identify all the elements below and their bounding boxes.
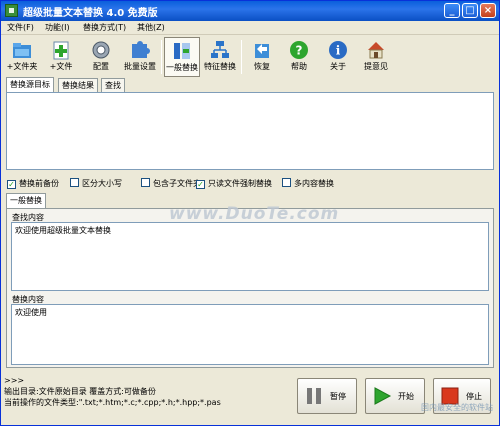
add-file-label: +文件 [49,62,73,71]
home-icon [366,40,386,60]
svg-text:?: ? [296,44,303,58]
menu-other[interactable]: 其他(Z) [137,22,165,33]
puzzle-icon [130,40,150,60]
toolbar-separator [161,40,162,74]
tab-find[interactable]: 查找 [101,78,125,92]
play-icon [372,386,392,406]
add-folder-button[interactable]: +文件夹 [4,37,40,77]
multi-label: 多内容替换 [294,179,334,188]
minimize-button[interactable]: _ [444,3,460,18]
maximize-button[interactable]: □ [462,3,478,18]
info-icon: i [328,40,348,60]
app-window: 超级批量文本替换 4.0 免费版 _ □ × 文件(F) 功能(I) 替换方式(… [0,0,500,426]
multi-option[interactable]: 多内容替换 [282,178,334,189]
subfolders-checkbox[interactable] [141,178,150,187]
stop-label: 停止 [466,392,482,401]
readonly-option[interactable]: ✓ 只读文件强制替换 [196,178,272,189]
about-button[interactable]: i 关于 [320,37,356,77]
watermark: www.DuoTe.com [169,204,340,224]
feature-replace-button[interactable]: 特征替换 [202,37,238,77]
pause-button[interactable]: 暂停 [297,378,357,414]
replace-tabs: 一般替换 [6,193,66,208]
config-button[interactable]: 配置 [83,37,119,77]
subfolders-label: 包含子文件夹 [153,179,201,188]
multi-checkbox[interactable] [282,178,291,187]
app-icon [5,4,18,17]
general-replace-icon [172,41,192,61]
backup-option[interactable]: ✓ 替换前备份 [7,178,59,189]
batch-settings-label: 批量设置 [124,62,156,71]
general-replace-label: 一般替换 [166,63,198,72]
toolbar: +文件夹 +文件 配置 批量设置 一般替换 特征替换 恢复 ? 帮助 i 关于 … [1,36,499,78]
file-add-icon [51,40,71,60]
restore-icon [252,40,272,60]
feedback-button[interactable]: 提意见 [358,37,394,77]
case-label: 区分大小写 [82,179,122,188]
top-tabs: 替换源目标 替换结果 查找 [6,77,206,92]
config-label: 配置 [93,62,109,71]
add-folder-label: +文件夹 [6,62,38,71]
config-icon [91,40,111,60]
window-title: 超级批量文本替换 4.0 免费版 [23,8,158,19]
menu-replace-mode[interactable]: 替换方式(T) [83,22,126,33]
case-checkbox[interactable] [70,178,79,187]
general-replace-button[interactable]: 一般替换 [164,37,200,77]
source-target-list[interactable] [6,92,494,170]
start-label: 开始 [398,392,414,401]
help-icon: ? [289,40,309,60]
close-button[interactable]: × [480,3,496,18]
tab-replace-source[interactable]: 替换源目标 [6,77,54,92]
feedback-label: 提意见 [364,62,388,71]
backup-label: 替换前备份 [19,179,59,188]
menu-file[interactable]: 文件(F) [7,22,34,33]
backup-checkbox[interactable]: ✓ [7,180,16,189]
pause-icon [304,386,324,406]
folder-add-icon [12,40,32,60]
help-button[interactable]: ? 帮助 [281,37,317,77]
readonly-checkbox[interactable]: ✓ [196,180,205,189]
check-icon: ✓ [8,180,15,189]
start-button[interactable]: 开始 [365,378,425,414]
check-icon: ✓ [197,180,204,189]
status-output-dir: 输出目录:文件原始目录 覆盖方式:可做备份 [4,387,156,396]
add-file-button[interactable]: +文件 [43,37,79,77]
about-label: 关于 [330,62,346,71]
menu-function[interactable]: 功能(I) [45,22,70,33]
network-icon [210,40,230,60]
tab-replace-result[interactable]: 替换结果 [58,78,98,92]
options-row: ✓ 替换前备份 区分大小写 包含子文件夹 ✓ 只读文件强制替换 多内容替换 [7,178,495,190]
feature-replace-label: 特征替换 [204,62,236,71]
replace-panel: 查找内容 欢迎使用超级批量文本替换 替换内容 欢迎使用 [6,208,494,368]
status-area: >>> 输出目录:文件原始目录 覆盖方式:可做备份 当前操作的文件类型:".tx… [4,375,294,425]
tab-general-replace[interactable]: 一般替换 [6,193,46,208]
restore-button[interactable]: 恢复 [244,37,280,77]
menu-bar: 文件(F) 功能(I) 替换方式(T) 其他(Z) [1,21,499,35]
replace-textarea[interactable]: 欢迎使用 [11,304,489,365]
status-prompt: >>> [4,376,25,385]
find-textarea[interactable]: 欢迎使用超级批量文本替换 [11,222,489,291]
readonly-label: 只读文件强制替换 [208,179,272,188]
restore-label: 恢复 [254,62,270,71]
help-label: 帮助 [291,62,307,71]
batch-settings-button[interactable]: 批量设置 [122,37,158,77]
site-watermark: 国内最安全的软件站 [421,403,493,412]
pause-label: 暂停 [330,392,346,401]
status-file-types: 当前操作的文件类型:".txt;*.htm;*.c;*.cpp;*.h;*.hp… [4,398,221,407]
subfolders-option[interactable]: 包含子文件夹 [141,178,201,189]
title-bar: 超级批量文本替换 4.0 免费版 _ □ × [1,1,499,21]
svg-text:i: i [336,44,341,58]
toolbar-separator [241,40,242,74]
case-option[interactable]: 区分大小写 [70,178,122,189]
